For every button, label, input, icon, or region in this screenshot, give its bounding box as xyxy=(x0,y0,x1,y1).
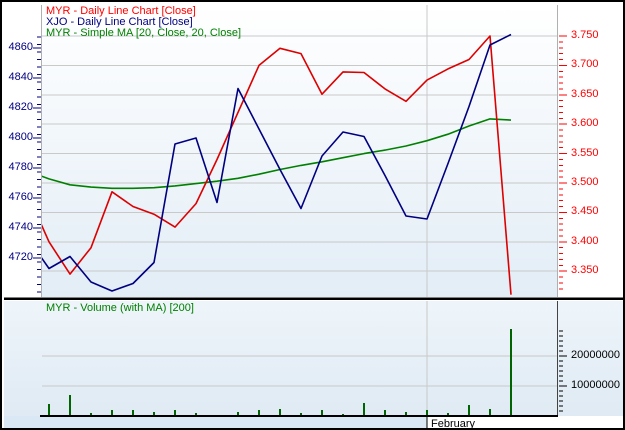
right-axis-tick-label: 3.550 xyxy=(571,146,599,159)
right-axis-tick-label: 3.650 xyxy=(571,87,599,100)
right-axis-tick-label: 3.700 xyxy=(571,58,599,71)
right-axis-tick-label: 3.450 xyxy=(571,205,599,218)
volume-axis-tick-label: 20000000 xyxy=(571,349,620,361)
left-axis-tick-label: 4860 xyxy=(8,41,33,53)
left-axis-tick-label: 4720 xyxy=(8,251,33,263)
left-axis-tick-label: 4780 xyxy=(8,161,33,173)
volume-axis-tick-label: 10000000 xyxy=(571,379,620,391)
right-axis-tick-label: 3.600 xyxy=(571,117,599,130)
left-axis-tick-label: 4740 xyxy=(8,221,33,233)
right-axis-tick-label: 3.500 xyxy=(571,176,599,188)
chart-canvas[interactable] xyxy=(2,2,625,430)
right-axis-tick-label: 3.400 xyxy=(571,234,599,247)
left-axis-tick-label: 4840 xyxy=(8,71,33,83)
right-axis-tick-label: 3.750 xyxy=(571,29,599,41)
legend-item-myr-ma[interactable]: MYR - Simple MA [20, Close, 20, Close] xyxy=(46,28,241,39)
left-axis-tick-label: 4760 xyxy=(8,191,33,203)
legend-item-myr-volume[interactable]: MYR - Volume (with MA) [200] xyxy=(46,303,194,314)
chart-window: MYR - Daily Line Chart [Close] XJO - Dai… xyxy=(0,0,625,430)
right-axis-tick-label: 3.350 xyxy=(571,264,599,277)
x-axis-month-label: February xyxy=(431,418,476,430)
left-axis-tick-label: 4800 xyxy=(8,131,33,143)
left-axis-tick-label: 4820 xyxy=(8,101,33,113)
